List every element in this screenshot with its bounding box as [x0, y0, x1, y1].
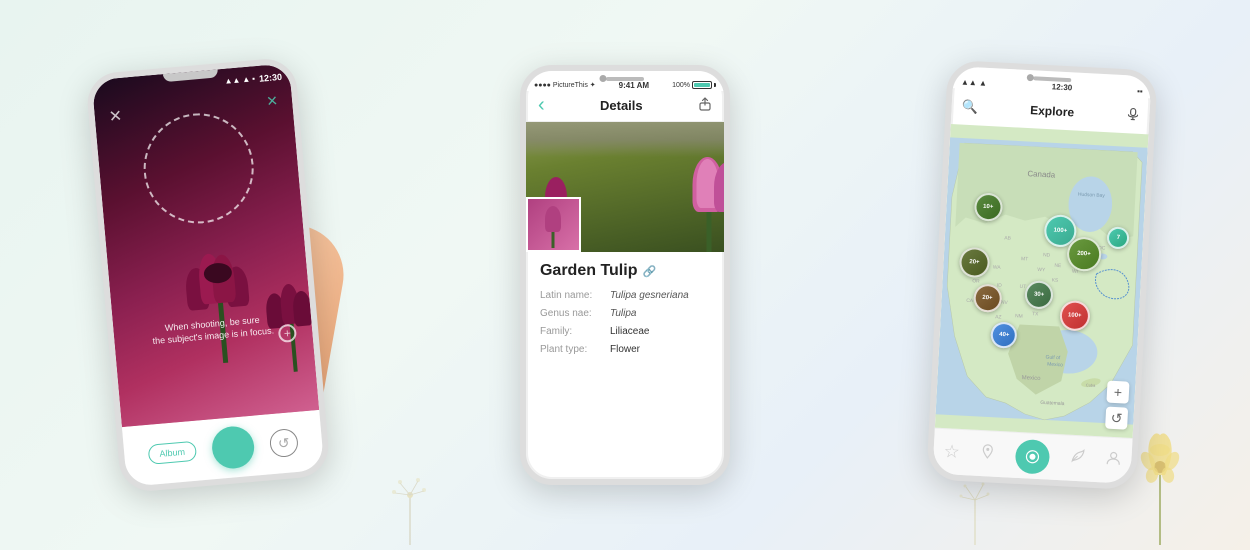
plant-image-container: [526, 122, 724, 252]
svg-text:NV: NV: [1000, 300, 1008, 306]
profile-icon[interactable]: [1104, 450, 1121, 472]
zoom-out-button[interactable]: ↺: [1105, 407, 1128, 430]
phone2: ●●●● PictureThis ✦ 9:41 AM 100% ‹ Detail…: [520, 65, 730, 485]
phone1-wrapper: ▲▲ ▲ ▪ 12:30: [103, 65, 313, 485]
share-button[interactable]: [698, 97, 712, 114]
back-button[interactable]: ‹: [538, 95, 545, 115]
phone1-battery-icon: ▪: [252, 74, 256, 83]
family-value: Liliaceae: [610, 326, 649, 337]
genus-row: Genus nae: Tulipa: [540, 308, 710, 319]
svg-text:AB: AB: [1004, 235, 1012, 241]
phone2-carrier: ●●●● PictureThis ✦: [534, 81, 596, 89]
genus-label: Genus nae:: [540, 308, 610, 319]
phone3-time: 12:30: [1051, 82, 1072, 92]
svg-text:Mexico: Mexico: [1047, 362, 1063, 369]
phone3-wrapper: ▲▲ ▲ 12:30 ▪▪ 🔍 Explore: [937, 65, 1147, 485]
svg-text:TX: TX: [1031, 311, 1038, 317]
phone1-status-icons: ▲▲ ▲ ▪: [224, 74, 255, 86]
phone2-wrapper: ●●●● PictureThis ✦ 9:41 AM 100% ‹ Detail…: [520, 65, 730, 485]
explore-map[interactable]: Canada Hudson Bay States Gulf of Mexico …: [935, 124, 1149, 438]
zoom-in-button[interactable]: +: [1106, 381, 1129, 404]
svg-text:NM: NM: [1015, 313, 1023, 319]
close-icon[interactable]: ✕: [108, 106, 123, 127]
family-label: Family:: [540, 326, 610, 337]
microphone-icon[interactable]: [1126, 107, 1140, 124]
genus-value: Tulipa: [610, 308, 637, 319]
album-button[interactable]: Album: [148, 441, 197, 465]
phone3-signal: ▲▲ ▲: [960, 77, 986, 87]
close-icon-2[interactable]: ✕: [266, 92, 279, 110]
svg-text:AZ: AZ: [995, 314, 1002, 320]
phone1-time: 12:30: [259, 71, 283, 83]
thumbnail-image[interactable]: [526, 197, 581, 252]
svg-text:KS: KS: [1051, 278, 1059, 284]
svg-text:WY: WY: [1037, 267, 1046, 273]
phone2-time: 9:41 AM: [619, 81, 649, 90]
flip-camera-button[interactable]: ↺: [269, 428, 299, 458]
svg-text:Cuba: Cuba: [1085, 382, 1095, 388]
leaf-icon[interactable]: [1069, 448, 1086, 470]
phone1: ▲▲ ▲ ▪ 12:30: [85, 57, 331, 494]
details-title: Details: [600, 98, 643, 113]
family-row: Family: Liliaceae: [540, 326, 710, 337]
plant-info-section: Garden Tulip 🔗 Latin name: Tulipa gesner…: [526, 252, 724, 479]
svg-text:NE: NE: [1054, 263, 1062, 269]
search-icon[interactable]: 🔍: [961, 99, 978, 116]
type-value: Flower: [610, 344, 640, 355]
type-label: Plant type:: [540, 344, 610, 355]
favorites-icon[interactable]: ☆: [943, 441, 960, 463]
plant-name-header: Garden Tulip 🔗: [540, 262, 710, 280]
map-cluster-20-left[interactable]: 20+: [958, 246, 990, 278]
camera-capture-button[interactable]: [1014, 438, 1050, 474]
svg-text:CA: CA: [966, 298, 974, 304]
svg-text:ND: ND: [1043, 252, 1051, 258]
latin-name-value: Tulipa gesneriana: [610, 290, 689, 301]
phone2-header: ‹ Details: [526, 91, 724, 122]
phone1-signal: ▲▲: [224, 75, 241, 85]
svg-text:MT: MT: [1021, 256, 1028, 262]
latin-name-row: Latin name: Tulipa gesneriana: [540, 290, 710, 301]
phone3-battery: ▪▪: [1137, 86, 1143, 95]
plant-name-text: Garden Tulip: [540, 262, 637, 280]
phone2-battery-text: 100%: [672, 82, 690, 89]
phone3: ▲▲ ▲ 12:30 ▪▪ 🔍 Explore: [926, 60, 1158, 490]
location-icon[interactable]: [979, 443, 996, 465]
svg-text:OR: OR: [972, 278, 980, 284]
svg-text:Gulf of: Gulf of: [1045, 355, 1060, 362]
svg-text:Mexico: Mexico: [1021, 375, 1041, 382]
svg-text:Canada: Canada: [1027, 169, 1056, 179]
latin-name-label: Latin name:: [540, 290, 610, 301]
explore-title: Explore: [1029, 103, 1074, 119]
plant-link-icon[interactable]: 🔗: [642, 265, 656, 278]
svg-text:WA: WA: [992, 265, 1001, 271]
capture-button[interactable]: [210, 425, 256, 471]
battery-icon: [692, 81, 712, 89]
phone2-battery: 100%: [672, 81, 716, 89]
plant-type-row: Plant type: Flower: [540, 344, 710, 355]
phone1-camera-view: ✕ ✕ When shooting, be sure the subject's…: [92, 63, 320, 427]
phone1-wifi: ▲: [242, 75, 251, 85]
phone2-status-bar: ●●●● PictureThis ✦ 9:41 AM 100%: [526, 71, 724, 91]
